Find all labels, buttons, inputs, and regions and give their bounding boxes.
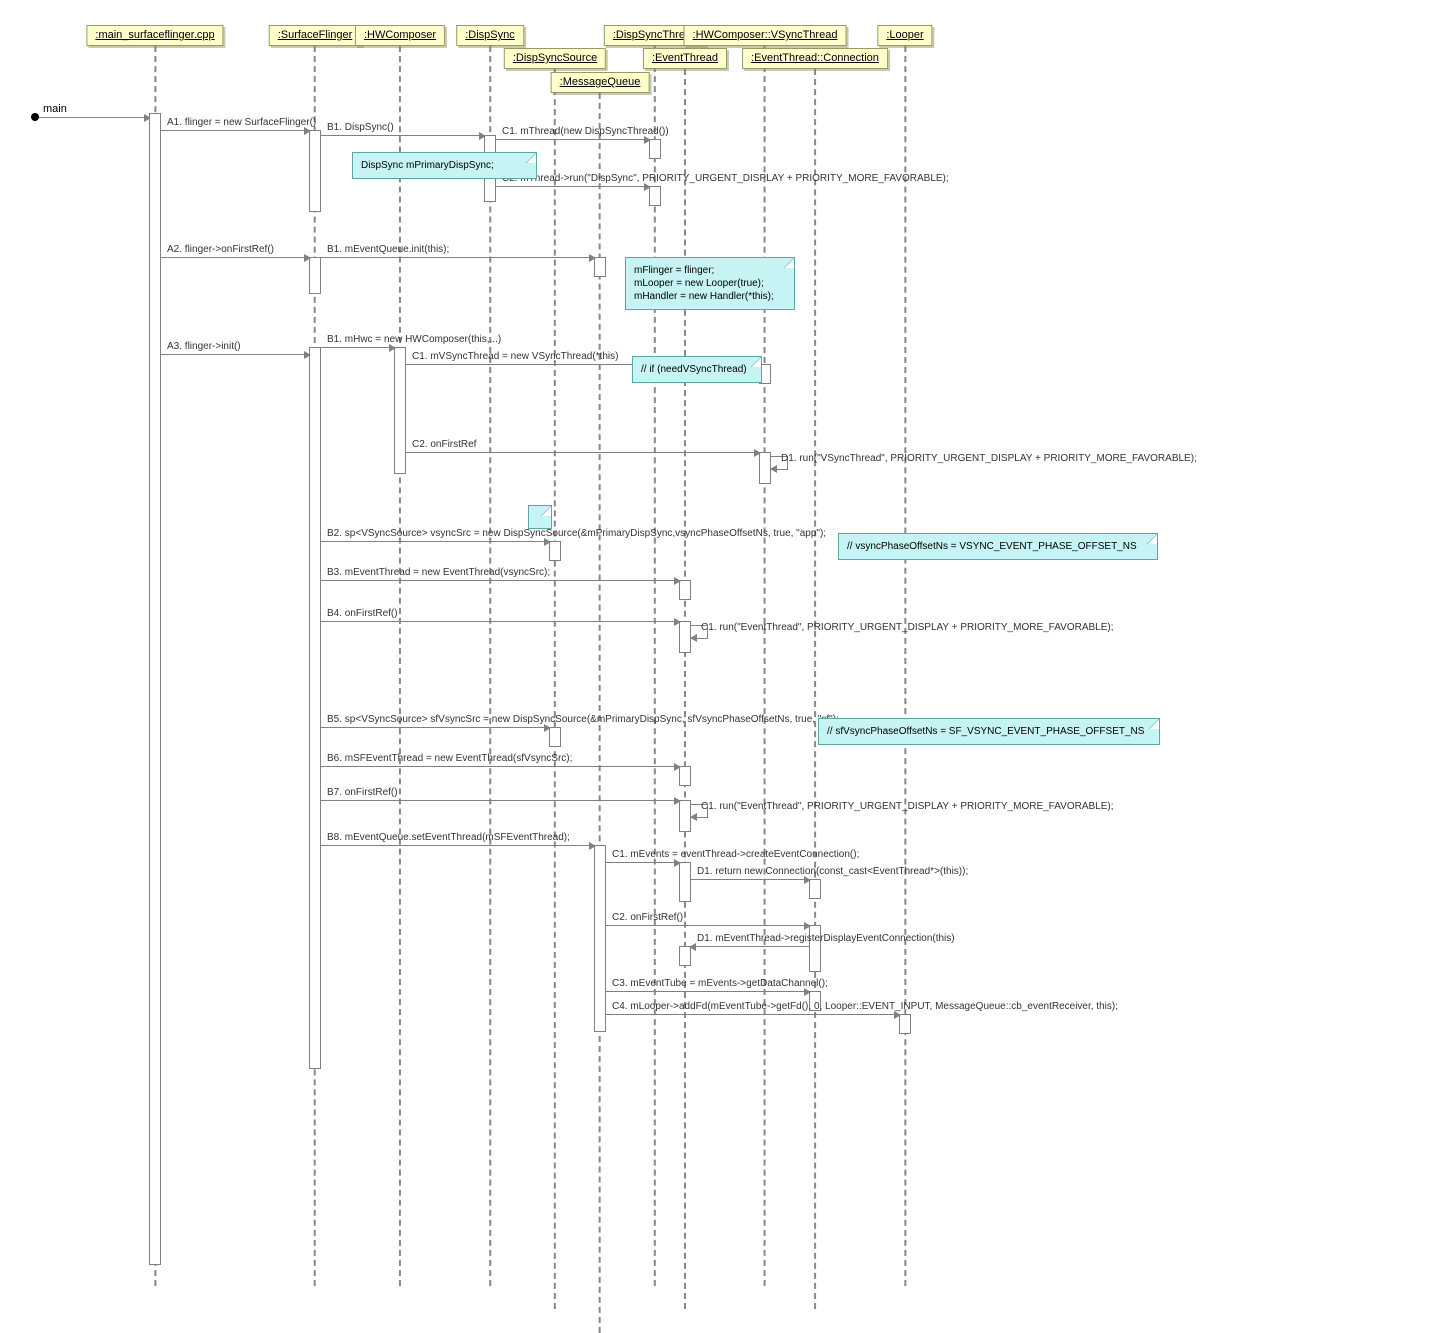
message-label-19: B8. mEventQueue.setEventThread(mSFEventT… <box>323 832 604 843</box>
activation-sf-7 <box>309 347 321 1069</box>
lifeline-looper <box>904 46 906 1286</box>
activation-et-18 <box>679 862 691 902</box>
message-label-14: C1. run("EventThread", PRIORITY_URGENT_D… <box>697 622 1118 633</box>
message-label-16: B6. mSFEventThread = new EventThread(sfV… <box>323 753 689 764</box>
lifeline-hwc <box>399 46 401 1286</box>
message-arrow-21 <box>690 879 810 880</box>
message-arrow-16 <box>320 766 680 767</box>
message-arrow-2 <box>495 139 650 140</box>
message-arrow-17 <box>320 800 680 801</box>
message-arrow-24 <box>605 991 810 992</box>
lifeline-ds <box>489 46 491 1286</box>
message-label-25: C4. mLooper->addFd(mEventTube->getFd(), … <box>608 1001 1416 1012</box>
participant-dss-header: :DispSyncSource <box>504 48 606 69</box>
participant-etc-header: :EventThread::Connection <box>742 48 888 69</box>
message-arrow-19 <box>320 845 595 846</box>
note-4: // vsyncPhaseOffsetNs = VSYNC_EVENT_PHAS… <box>838 533 1158 560</box>
message-arrow-3 <box>495 186 650 187</box>
note-2: // if (needVSyncThread) <box>632 356 762 383</box>
participant-ds-header: :DispSync <box>456 25 524 46</box>
lifeline-mq <box>599 93 601 1333</box>
message-arrow-25 <box>605 1014 900 1015</box>
message-label-9: C2. onFirstRef <box>408 439 769 450</box>
participant-main-header: :main_surfaceflinger.cpp <box>86 25 223 46</box>
message-label-24: C3. mEventTube = mEvents->getDataChannel… <box>608 978 1416 989</box>
message-label-0: A1. flinger = new SurfaceFlinger() <box>163 117 319 128</box>
start-label: main <box>43 103 67 115</box>
message-label-18: C1. run("EventThread", PRIORITY_URGENT_D… <box>697 801 1118 812</box>
message-arrow-23 <box>690 946 810 947</box>
message-label-4: A2. flinger->onFirstRef() <box>163 244 319 255</box>
message-arrow-22 <box>605 925 810 926</box>
message-label-2: C1. mThread(new DispSyncThread()) <box>498 126 659 137</box>
lifeline-etc <box>814 69 816 1309</box>
message-label-7: B1. mHwc = new HWComposer(this,...) <box>323 334 404 345</box>
start-arrow <box>39 117 150 118</box>
activation-sf-1 <box>309 130 321 212</box>
message-arrow-11 <box>320 541 550 542</box>
participant-hwc: :HWComposer <box>355 25 445 1286</box>
message-arrow-0 <box>160 130 310 131</box>
message-label-17: B7. onFirstRef() <box>323 787 689 798</box>
message-label-5: B1. mEventQueue.init(this); <box>323 244 604 255</box>
message-label-12: B3. mEventThread = new EventThread(vsync… <box>323 567 689 578</box>
message-arrow-1 <box>320 135 485 136</box>
participant-sf-header: :SurfaceFlinger <box>269 25 362 46</box>
activation-sf-5 <box>309 257 321 294</box>
message-arrow-4 <box>160 257 310 258</box>
note-1: mFlinger = flinger; mLooper = new Looper… <box>625 257 795 310</box>
message-label-6: A3. flinger->init() <box>163 341 319 352</box>
participant-looper-header: :Looper <box>877 25 932 46</box>
message-arrow-9 <box>405 452 760 453</box>
activation-main-0 <box>149 113 161 1265</box>
message-label-22: C2. onFirstRef() <box>608 912 819 923</box>
note-0: DispSync mPrimaryDispSync; <box>352 152 537 179</box>
message-arrow-20 <box>605 862 680 863</box>
message-arrow-12 <box>320 580 680 581</box>
message-arrow-15 <box>320 727 550 728</box>
activation-mq-17 <box>594 845 606 1032</box>
message-label-21: D1. return new Connection(const_cast<Eve… <box>693 866 1450 877</box>
message-label-23: D1. mEventThread->registerDisplayEventCo… <box>693 933 1450 944</box>
message-label-3: C2. mThread->run("DispSync", PRIORITY_UR… <box>498 173 1306 184</box>
message-label-8: C1. mVSyncThread = new VSyncThread(*this… <box>408 351 641 362</box>
message-arrow-7 <box>320 347 395 348</box>
participant-vst-header: :HWComposer::VSyncThread <box>684 25 847 46</box>
message-arrow-6 <box>160 354 310 355</box>
message-label-13: B4. onFirstRef() <box>323 608 689 619</box>
participant-looper: :Looper <box>877 25 932 1286</box>
message-arrow-5 <box>320 257 595 258</box>
participant-etc: :EventThread::Connection <box>742 48 888 1309</box>
participant-hwc-header: :HWComposer <box>355 25 445 46</box>
message-label-1: B1. DispSync() <box>323 122 494 133</box>
message-label-20: C1. mEvents = eventThread->createEventCo… <box>608 849 1416 860</box>
message-label-10: D1. run("VSyncThread", PRIORITY_URGENT_D… <box>777 453 1201 464</box>
start-node <box>31 113 39 121</box>
activation-hwc-8 <box>394 347 406 474</box>
note-5: // sfVsyncPhaseOffsetNs = SF_VSYNC_EVENT… <box>818 718 1160 745</box>
note-3 <box>528 505 552 529</box>
message-arrow-13 <box>320 621 680 622</box>
